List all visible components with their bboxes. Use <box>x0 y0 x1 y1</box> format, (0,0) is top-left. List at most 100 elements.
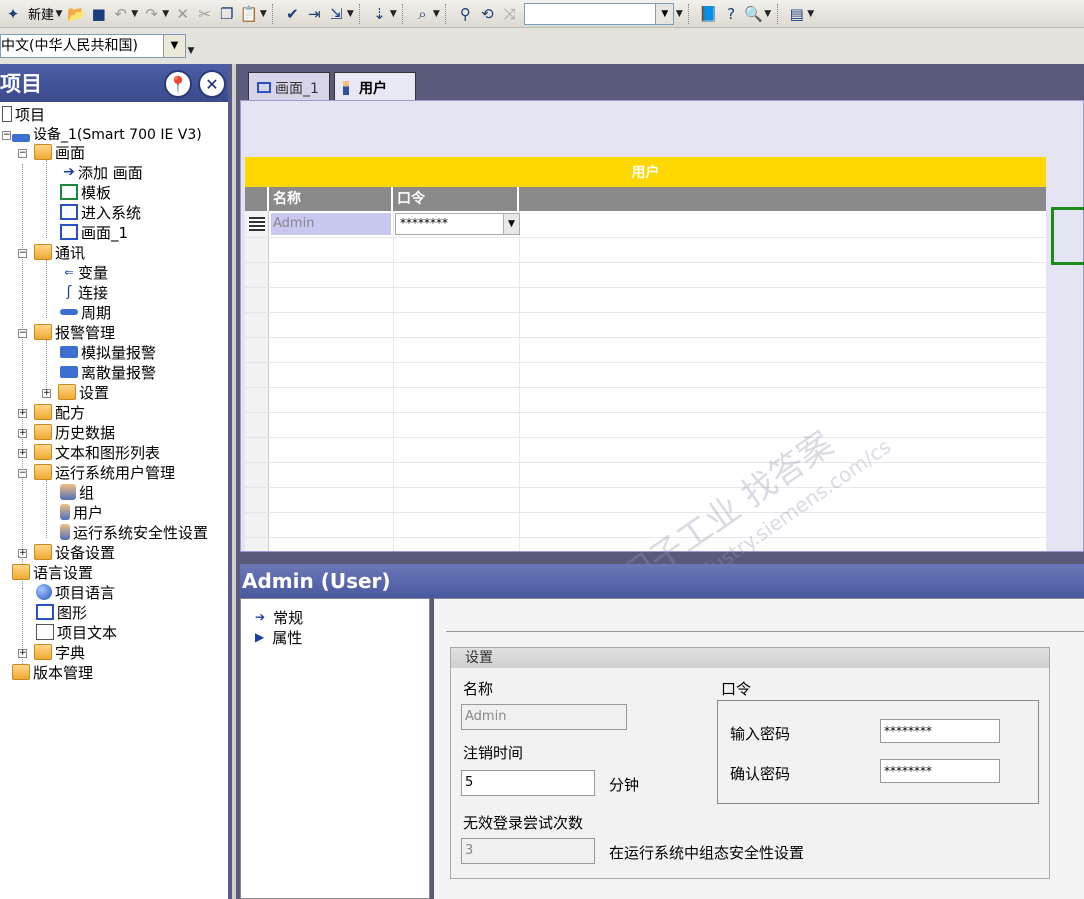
tree-item-cycles[interactable]: 周期 <box>60 302 111 322</box>
tree-item-add-screen[interactable]: ➔ 添加 画面 <box>60 162 143 182</box>
toolbar-combo[interactable]: ▼ <box>524 2 675 25</box>
new-icon[interactable]: ✦ <box>4 3 22 25</box>
tree-item-template[interactable]: 模板 <box>60 182 111 202</box>
expand-icon[interactable]: + <box>18 409 27 418</box>
tree-item-historical-data[interactable]: 历史数据 <box>34 422 115 442</box>
tree-item-communication[interactable]: 通讯 <box>34 242 85 262</box>
help-icon[interactable]: ? <box>722 3 740 25</box>
tree-item-device-settings[interactable]: 设备设置 <box>34 542 115 562</box>
save-icon[interactable]: ■ <box>90 3 108 25</box>
paste-icon[interactable]: 📋 <box>240 3 259 25</box>
expand-icon[interactable]: + <box>42 389 51 398</box>
tree-item-runtime-user-admin[interactable]: 运行系统用户管理 <box>34 462 175 482</box>
binoculars-icon[interactable]: ⚲ <box>456 3 474 25</box>
chevron-down-icon[interactable]: ▼ <box>655 3 674 24</box>
tree-item-enter-system[interactable]: 进入系统 <box>60 202 141 222</box>
combo-dropdown-arrow[interactable]: ▼ <box>675 3 683 25</box>
help-dropdown-arrow[interactable]: ▼ <box>764 3 772 25</box>
chevron-down-icon[interactable]: ▼ <box>163 35 185 57</box>
delete-icon[interactable]: ✕ <box>174 3 192 25</box>
tree-item-alarm-management[interactable]: 报警管理 <box>34 322 115 342</box>
download-dropdown-arrow[interactable]: ▼ <box>389 3 397 25</box>
collapse-icon[interactable]: − <box>18 249 27 258</box>
tree-item-project-languages[interactable]: 项目语言 <box>36 582 115 602</box>
tree-item-language-settings[interactable]: 语言设置 <box>12 562 93 582</box>
book-icon[interactable]: 📘 <box>699 3 718 25</box>
open-icon[interactable]: 📂 <box>67 3 86 25</box>
language-toolbar-dropdown-arrow[interactable]: ▼ <box>187 40 195 62</box>
column-header-password[interactable]: 口令 <box>393 187 519 211</box>
tree-item-graphics[interactable]: 图形 <box>36 602 87 622</box>
compile-icon[interactable]: ⇥ <box>305 3 323 25</box>
find-icon[interactable]: ⌕ <box>413 3 431 25</box>
confirm-password-field[interactable]: ******** <box>880 759 1000 783</box>
transfer-dropdown-arrow[interactable]: ▼ <box>346 3 354 25</box>
cell-user-name[interactable]: Admin <box>271 213 391 235</box>
nav-item-properties[interactable]: ▶ 属性 <box>255 627 302 647</box>
tab-user[interactable]: 用户 <box>334 72 416 102</box>
collapse-icon[interactable]: − <box>18 149 27 158</box>
enter-password-field[interactable]: ******** <box>880 719 1000 743</box>
folder-icon <box>34 544 52 560</box>
tree-item-tags[interactable]: ⇐ 变量 <box>60 262 108 282</box>
nav-item-general[interactable]: ➔ 常规 <box>255 607 303 627</box>
paste-dropdown-arrow[interactable]: ▼ <box>259 3 267 25</box>
row-line <box>245 312 1046 313</box>
cell-user-password[interactable]: ******** ▼ <box>395 213 520 235</box>
language-select[interactable]: 中文(中华人民共和国) ▼ <box>0 34 186 58</box>
tree-item-groups[interactable]: 组 <box>60 482 94 502</box>
tree-item-text-graphic-lists[interactable]: 文本和图形列表 <box>34 442 160 462</box>
toolbar-separator <box>359 3 361 24</box>
new-dropdown-arrow[interactable]: ▼ <box>55 3 63 25</box>
tree-item-screens[interactable]: 画面 <box>34 142 85 162</box>
chevron-down-icon[interactable]: ▼ <box>503 214 519 234</box>
device-icon <box>12 134 30 142</box>
row-selector-icon[interactable] <box>249 217 265 231</box>
column-header-name[interactable]: 名称 <box>269 187 393 211</box>
tree-item-device[interactable]: 设备_1(Smart 700 IE V3) <box>12 124 202 144</box>
expand-icon[interactable]: + <box>18 649 27 658</box>
copy-icon[interactable]: ❐ <box>218 3 236 25</box>
tree-item-recipes[interactable]: 配方 <box>34 402 85 422</box>
tree-item-alarm-settings[interactable]: 设置 <box>58 382 109 402</box>
tree-item-runtime-security-settings[interactable]: 运行系统安全性设置 <box>60 522 208 542</box>
window-dropdown-arrow[interactable]: ▼ <box>807 3 815 25</box>
find-dropdown-arrow[interactable]: ▼ <box>432 3 440 25</box>
redo-icon[interactable]: ↷ <box>143 3 161 25</box>
tree-item-version-management[interactable]: 版本管理 <box>12 662 93 682</box>
tree-item-project-texts[interactable]: 项目文本 <box>36 622 117 642</box>
document-icon <box>36 624 54 640</box>
tree-item-project-root[interactable]: 项目 <box>2 104 45 124</box>
close-icon[interactable]: ✕ <box>198 70 226 98</box>
collapse-icon[interactable]: − <box>18 469 27 478</box>
redo-dropdown-arrow[interactable]: ▼ <box>162 3 170 25</box>
tree-item-users[interactable]: 用户 <box>60 502 103 522</box>
undo-dropdown-arrow[interactable]: ▼ <box>131 3 139 25</box>
transfer-icon[interactable]: ⇲ <box>327 3 345 25</box>
collapse-icon[interactable]: − <box>18 329 27 338</box>
cut-icon[interactable]: ✂ <box>196 3 214 25</box>
check-icon[interactable]: ✔ <box>283 3 301 25</box>
expand-icon[interactable]: + <box>18 429 27 438</box>
search-help-icon[interactable]: 🔍 <box>744 3 763 25</box>
collapse-icon[interactable]: − <box>2 131 11 140</box>
tab-screen-1[interactable]: 画面_1 <box>248 72 330 102</box>
download-icon[interactable]: ⇣ <box>370 3 388 25</box>
new-button-label[interactable]: 新建 <box>28 4 54 23</box>
tree-item-dictionaries[interactable]: 字典 <box>34 642 85 662</box>
enter-password-label: 输入密码 <box>730 725 791 743</box>
tree-item-connections[interactable]: ʃ 连接 <box>60 282 108 302</box>
editor-area: 画面_1 用户 用户 名称 口令 Admin ******** ▼ 西门子工业 … <box>236 64 1084 899</box>
window-icon[interactable]: ▤ <box>788 3 806 25</box>
replace-icon[interactable]: ⟲ <box>478 3 496 25</box>
replace-all-icon[interactable]: ⤨ <box>500 3 518 25</box>
expand-icon[interactable]: + <box>18 449 27 458</box>
row-line <box>245 337 1046 338</box>
tree-item-discrete-alarms[interactable]: 离散量报警 <box>60 362 156 382</box>
pin-icon[interactable]: 📍 <box>164 70 192 98</box>
tree-item-analog-alarms[interactable]: 模拟量报警 <box>60 342 156 362</box>
undo-icon[interactable]: ↶ <box>112 3 130 25</box>
logoff-time-field[interactable]: 5 <box>461 770 595 796</box>
expand-icon[interactable]: + <box>18 549 27 558</box>
tree-item-screen-1[interactable]: 画面_1 <box>60 222 128 242</box>
